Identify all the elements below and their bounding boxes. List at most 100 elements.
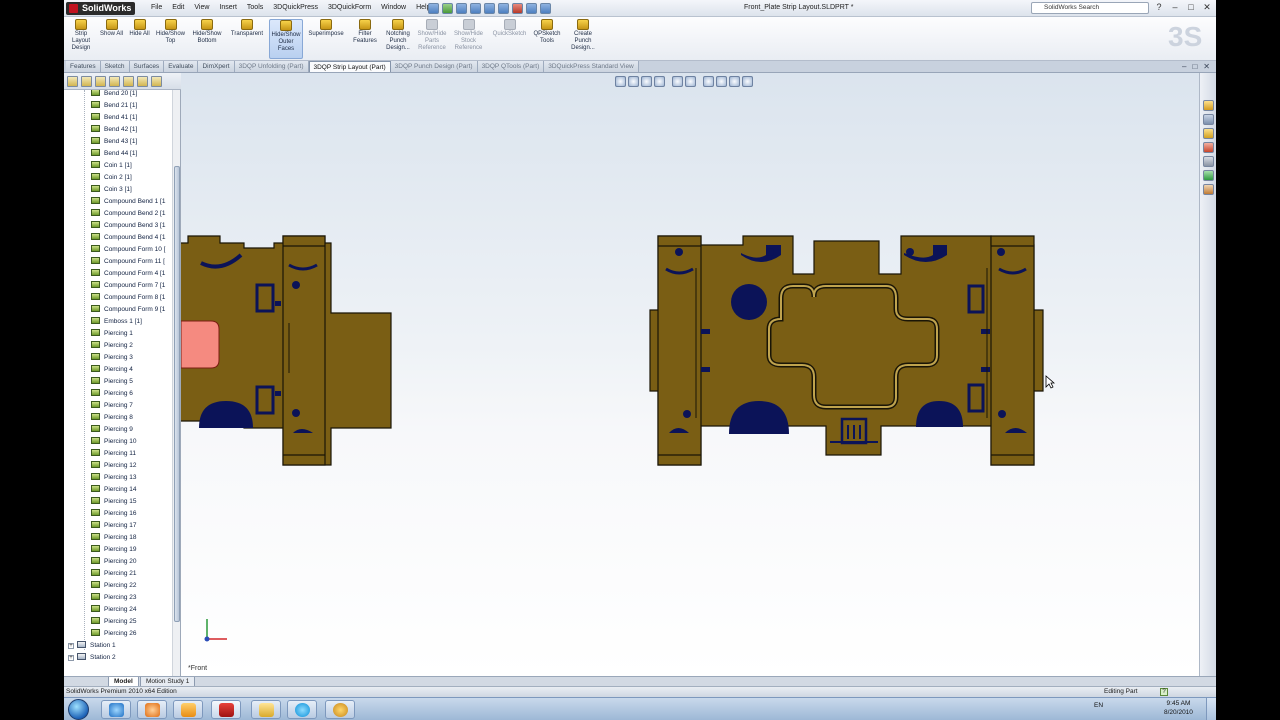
tree-item[interactable]: Bend 21 [1] xyxy=(91,100,137,112)
tab-surfaces[interactable]: Surfaces xyxy=(129,61,165,72)
tree-item[interactable]: Piercing 15 xyxy=(91,496,137,508)
tree-item[interactable]: Piercing 17 xyxy=(91,520,137,532)
tree-item[interactable]: Compound Form 7 [1 xyxy=(91,280,165,292)
tab-evaluate[interactable]: Evaluate xyxy=(164,61,199,72)
tree-item[interactable]: Piercing 14 xyxy=(91,484,137,496)
menu-edit[interactable]: Edit xyxy=(167,3,189,12)
new-document-icon[interactable] xyxy=(428,3,439,14)
tab-3dqp-strip-layout-part[interactable]: 3DQP Strip Layout (Part) xyxy=(308,61,391,72)
system-clock[interactable]: 9:45 AM 8/20/2010 xyxy=(1164,699,1193,717)
open-icon[interactable] xyxy=(442,3,453,14)
tree-item[interactable]: Piercing 21 xyxy=(91,568,137,580)
command-show-hide-parts-reference-button[interactable]: Show/Hide Parts Reference xyxy=(416,19,448,59)
taskbar-media-player[interactable] xyxy=(137,700,167,719)
language-indicator[interactable]: EN xyxy=(1094,702,1103,709)
tab-3dqp-punch-design-part[interactable]: 3DQP Punch Design (Part) xyxy=(390,61,478,72)
tree-item[interactable]: Piercing 2 xyxy=(91,340,133,352)
command-hide-show-top-button[interactable]: Hide/Show Top xyxy=(154,19,187,59)
property-manager-icon[interactable] xyxy=(81,76,92,87)
tree-item[interactable]: Piercing 18 xyxy=(91,532,137,544)
minimize-button[interactable]: – xyxy=(1170,2,1180,13)
rebuild-icon[interactable] xyxy=(512,3,523,14)
command-hide-show-outer-faces-button[interactable]: Hide/Show Outer Faces xyxy=(269,19,303,59)
save-icon[interactable] xyxy=(456,3,467,14)
tree-item[interactable]: Piercing 13 xyxy=(91,472,137,484)
command-superimpose-button[interactable]: Superimpose xyxy=(306,19,346,59)
tree-item[interactable]: Compound Form 10 [ xyxy=(91,244,165,256)
tree-item[interactable]: Piercing 1 xyxy=(91,328,133,340)
taskbar-app[interactable] xyxy=(325,700,355,719)
maximize-button[interactable]: □ xyxy=(1186,2,1196,13)
command-qpsketch-tools-button[interactable]: QPSketch Tools xyxy=(532,19,562,59)
tree-item[interactable]: Compound Bend 2 [1 xyxy=(91,208,165,220)
start-button[interactable] xyxy=(68,699,89,720)
tree-item[interactable]: Piercing 4 xyxy=(91,364,133,376)
taskbar-solidworks[interactable] xyxy=(211,700,241,719)
part-station-left[interactable] xyxy=(181,235,392,466)
tree-item[interactable]: Compound Form 11 [ xyxy=(91,256,165,268)
tab-3dqp-qtools-part[interactable]: 3DQP QTools (Part) xyxy=(477,61,545,72)
expand-icon[interactable]: + xyxy=(68,643,74,649)
tree-scrollbar-thumb[interactable] xyxy=(174,166,180,622)
close-button[interactable]: ✕ xyxy=(1202,2,1212,13)
command-filter-features-button[interactable]: Filter Features xyxy=(351,19,379,59)
view-palette-icon[interactable] xyxy=(1203,156,1214,167)
tree-item[interactable]: Compound Bend 3 [1 xyxy=(91,220,165,232)
tree-item[interactable]: Piercing 24 xyxy=(91,604,137,616)
tree-item[interactable]: Compound Form 4 [1 xyxy=(91,268,165,280)
tree-item[interactable]: Piercing 8 xyxy=(91,412,133,424)
tree-scrollbar[interactable] xyxy=(172,90,180,676)
doc-restore-button[interactable]: □ xyxy=(1192,62,1197,71)
menu-3dquickpress[interactable]: 3DQuickPress xyxy=(268,3,323,12)
tab-3dqp-unfolding-part[interactable]: 3DQP Unfolding (Part) xyxy=(234,61,309,72)
search-input[interactable]: SolidWorks Search xyxy=(1031,2,1149,14)
tree-item[interactable]: Piercing 20 xyxy=(91,556,137,568)
menu-window[interactable]: Window xyxy=(376,3,411,12)
tree-item[interactable]: Piercing 19 xyxy=(91,544,137,556)
tree-item[interactable]: Piercing 11 xyxy=(91,448,136,460)
tree-item[interactable]: Piercing 7 xyxy=(91,400,133,412)
tree-item[interactable]: Piercing 9 xyxy=(91,424,133,436)
tree-item[interactable]: Coin 2 [1] xyxy=(91,172,132,184)
menu-view[interactable]: View xyxy=(189,3,214,12)
tab-dimxpert[interactable]: DimXpert xyxy=(198,61,235,72)
tab-features[interactable]: Features xyxy=(66,61,101,72)
command-strip-layout-design-button[interactable]: Strip Layout Design xyxy=(68,19,94,59)
tree-item[interactable]: Bend 41 [1] xyxy=(91,112,137,124)
tree-item[interactable]: Compound Form 9 [1 xyxy=(91,304,165,316)
tree-item[interactable]: Compound Bend 4 [1 xyxy=(91,232,165,244)
custom-properties-icon[interactable] xyxy=(1203,184,1214,195)
command-hide-all-button[interactable]: Hide All xyxy=(127,19,152,59)
tab-sketch[interactable]: Sketch xyxy=(100,61,130,72)
command-transparent-button[interactable]: Transparent xyxy=(228,19,266,59)
configuration-manager-icon[interactable] xyxy=(95,76,106,87)
solidworks-resources-icon[interactable] xyxy=(1203,100,1214,111)
file-properties-icon[interactable] xyxy=(526,3,537,14)
tree-item[interactable]: Emboss 1 [1] xyxy=(91,316,142,328)
command-notching-punch-design-button[interactable]: Notching Punch Design... xyxy=(384,19,412,59)
feature-manager-icon[interactable] xyxy=(67,76,78,87)
print-icon[interactable] xyxy=(470,3,481,14)
tree-item[interactable]: Piercing 16 xyxy=(91,508,137,520)
menu-file[interactable]: File xyxy=(146,3,167,12)
options-icon[interactable] xyxy=(540,3,551,14)
menu-3dquickform[interactable]: 3DQuickForm xyxy=(323,3,376,12)
dimxpert-manager-icon[interactable] xyxy=(109,76,120,87)
tree-item[interactable]: Piercing 23 xyxy=(91,592,137,604)
tree-item-station[interactable]: + Station 1 xyxy=(68,640,116,652)
tree-item[interactable]: Piercing 3 xyxy=(91,352,133,364)
tree-item[interactable]: Piercing 6 xyxy=(91,388,133,400)
expand-icon[interactable]: + xyxy=(68,655,74,661)
tree-item[interactable]: Coin 3 [1] xyxy=(91,184,132,196)
strip-layout-manager-icon[interactable] xyxy=(151,76,162,87)
command-show-hide-stock-reference-button[interactable]: Show/Hide Stock Reference xyxy=(452,19,485,59)
design-library-icon[interactable] xyxy=(1203,114,1214,125)
tree-item[interactable]: Compound Form 8 [1 xyxy=(91,292,165,304)
solidworks-logo[interactable]: SolidWorks xyxy=(66,2,136,15)
taskbar-outlook[interactable] xyxy=(173,700,203,719)
tree-item[interactable]: Bend 20 [1] xyxy=(91,90,137,100)
tree-item[interactable]: Coin 1 [1] xyxy=(91,160,132,172)
command-show-all-button[interactable]: Show All xyxy=(98,19,125,59)
appearance-icon[interactable] xyxy=(137,76,148,87)
appearances-scenes-icon[interactable] xyxy=(1203,170,1214,181)
